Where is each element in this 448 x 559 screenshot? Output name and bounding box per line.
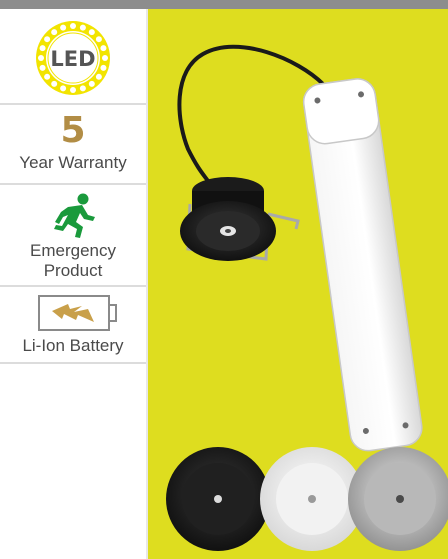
product-illustration [166, 44, 448, 551]
led-badge-text: LED [50, 47, 95, 71]
feature-battery: Li-Ion Battery [0, 287, 146, 364]
feature-emergency: Emergency Product [0, 185, 146, 287]
led-ring-dot [44, 73, 51, 80]
led-ring-dot [60, 24, 67, 31]
led-ring-dot [51, 80, 58, 87]
warranty-label: Year Warranty [19, 153, 127, 172]
feature-led: LED [0, 9, 146, 105]
downlight-head [180, 177, 300, 261]
emergency-label: Emergency Product [30, 241, 116, 280]
warranty-years: 5 [60, 110, 86, 151]
finish-disc-silver [348, 447, 448, 551]
top-bar [0, 0, 448, 9]
power-cable [177, 44, 325, 183]
product-image-panel [148, 9, 448, 559]
feature-warranty: 5 Year Warranty [0, 105, 146, 185]
led-ring-dot [79, 85, 86, 92]
led-ring-dot [100, 64, 107, 71]
led-ring-dot [88, 29, 95, 36]
running-man-icon [54, 193, 95, 238]
feature-sidebar: LED 5 Year Warranty Emergency Product Li… [0, 9, 148, 559]
led-ring-dot [44, 36, 51, 43]
battery-label: Li-Ion Battery [22, 336, 124, 355]
led-ring-dot [88, 80, 95, 87]
led-ring-dot [95, 36, 102, 43]
led-ring-dot [70, 23, 76, 29]
finish-disc-black [166, 447, 270, 551]
battery-icon [38, 295, 117, 331]
driver-box [302, 78, 423, 452]
led-ring-dot [39, 45, 46, 52]
led-ring-dot [70, 87, 76, 93]
led-ring-dot [39, 64, 46, 71]
led-ring-dot [100, 45, 107, 52]
led-ring-dot [38, 55, 44, 61]
led-ring-dot [95, 73, 102, 80]
led-ring-dot [60, 85, 67, 92]
led-ring-dot [51, 29, 58, 36]
led-badge-icon: LED [36, 21, 110, 95]
led-ring-dot [79, 24, 86, 31]
led-ring-dot [102, 55, 108, 61]
